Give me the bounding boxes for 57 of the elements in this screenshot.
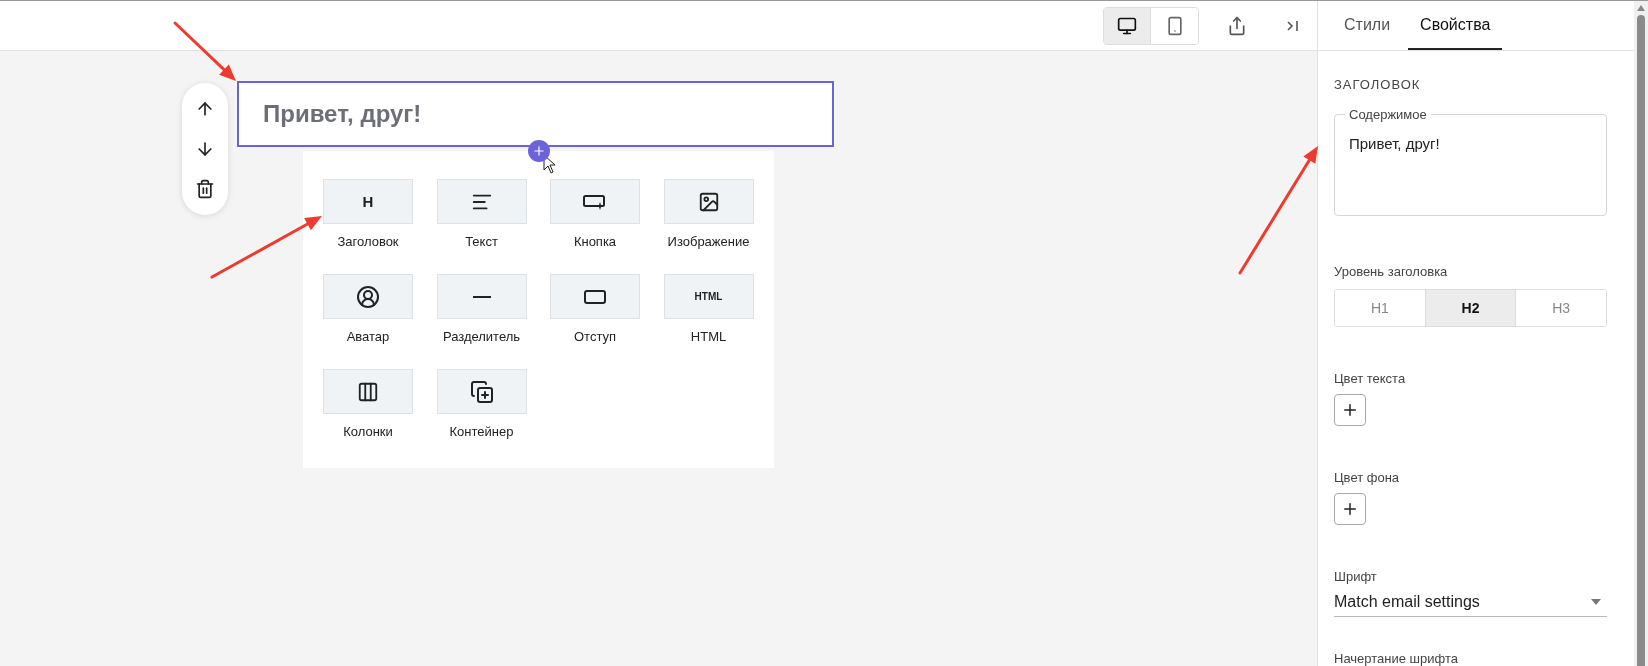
divider-icon xyxy=(472,295,491,298)
html-icon: HTML xyxy=(694,291,723,302)
device-toggle-button[interactable] xyxy=(1104,7,1151,44)
block-option[interactable]: Изображение xyxy=(663,179,754,266)
columns-icon xyxy=(357,380,379,403)
add-color-button[interactable] xyxy=(1334,493,1366,525)
field-label: Начертание шрифта xyxy=(1334,651,1459,666)
block-option[interactable]: Разделитель xyxy=(436,274,527,361)
block-option[interactable]: Аватар xyxy=(323,274,413,361)
block-option-label: Заголовок xyxy=(337,234,399,249)
block-option-label: Контейнер xyxy=(449,424,514,439)
block-option[interactable]: Контейнер xyxy=(436,369,527,456)
heading-block[interactable]: Привет, друг! xyxy=(237,81,834,147)
image-icon xyxy=(697,190,720,213)
desktop-icon xyxy=(1117,15,1137,36)
block-option-label: HTML xyxy=(690,329,727,344)
field-label: Уровень заголовка xyxy=(1334,264,1449,279)
field-label: Содержимое xyxy=(1345,107,1431,122)
plus-icon xyxy=(532,144,546,158)
heading-icon: H xyxy=(362,193,374,210)
scrollbar[interactable] xyxy=(1634,1,1648,666)
add-color-button[interactable] xyxy=(1334,394,1366,426)
panel-tab[interactable]: Свойства xyxy=(1408,1,1503,50)
block-option[interactable]: H Заголовок xyxy=(323,179,413,266)
block-option-label: Изображение xyxy=(667,234,750,249)
block-option-label: Отступ xyxy=(573,329,617,344)
block-option[interactable]: HTML HTML xyxy=(663,274,754,361)
block-option[interactable]: Текст xyxy=(436,179,527,266)
field-label: Цвет текста xyxy=(1334,371,1407,386)
share-icon xyxy=(1227,15,1247,36)
collapse-icon xyxy=(1285,18,1301,33)
trash-icon xyxy=(195,179,215,199)
block-option-label: Кнопка xyxy=(573,234,617,249)
plus-icon xyxy=(1341,500,1359,518)
button-icon xyxy=(583,193,607,210)
block-option-label: Колонки xyxy=(343,424,393,439)
heading-level-option[interactable]: H1 xyxy=(1335,290,1426,326)
block-option[interactable]: Колонки xyxy=(323,369,413,456)
caret-icon xyxy=(1591,599,1601,605)
container-icon xyxy=(469,379,494,404)
section-title: ЗАГОЛОВОК xyxy=(1334,77,1422,92)
font-select[interactable]: Match email settings xyxy=(1334,588,1607,617)
block-option-label: Аватар xyxy=(346,329,390,344)
block-option[interactable]: Кнопка xyxy=(550,179,640,266)
field-label: Цвет фона xyxy=(1334,470,1401,485)
field-value: Привет, друг! xyxy=(1349,135,1440,152)
annotation-arrow xyxy=(173,21,236,81)
panel-tab[interactable]: Стили xyxy=(1332,1,1403,50)
avatar-icon xyxy=(356,284,380,309)
plus-icon xyxy=(1341,401,1359,419)
block-option-label: Текст xyxy=(465,234,498,249)
block-option-label: Разделитель xyxy=(442,329,521,344)
heading-level-option[interactable]: H2 xyxy=(1425,290,1517,326)
field-label: Шрифт xyxy=(1334,569,1378,584)
scroll-up-icon xyxy=(1637,5,1645,11)
heading-text: Привет, друг! xyxy=(263,100,422,128)
block-option[interactable]: Отступ xyxy=(550,274,640,361)
